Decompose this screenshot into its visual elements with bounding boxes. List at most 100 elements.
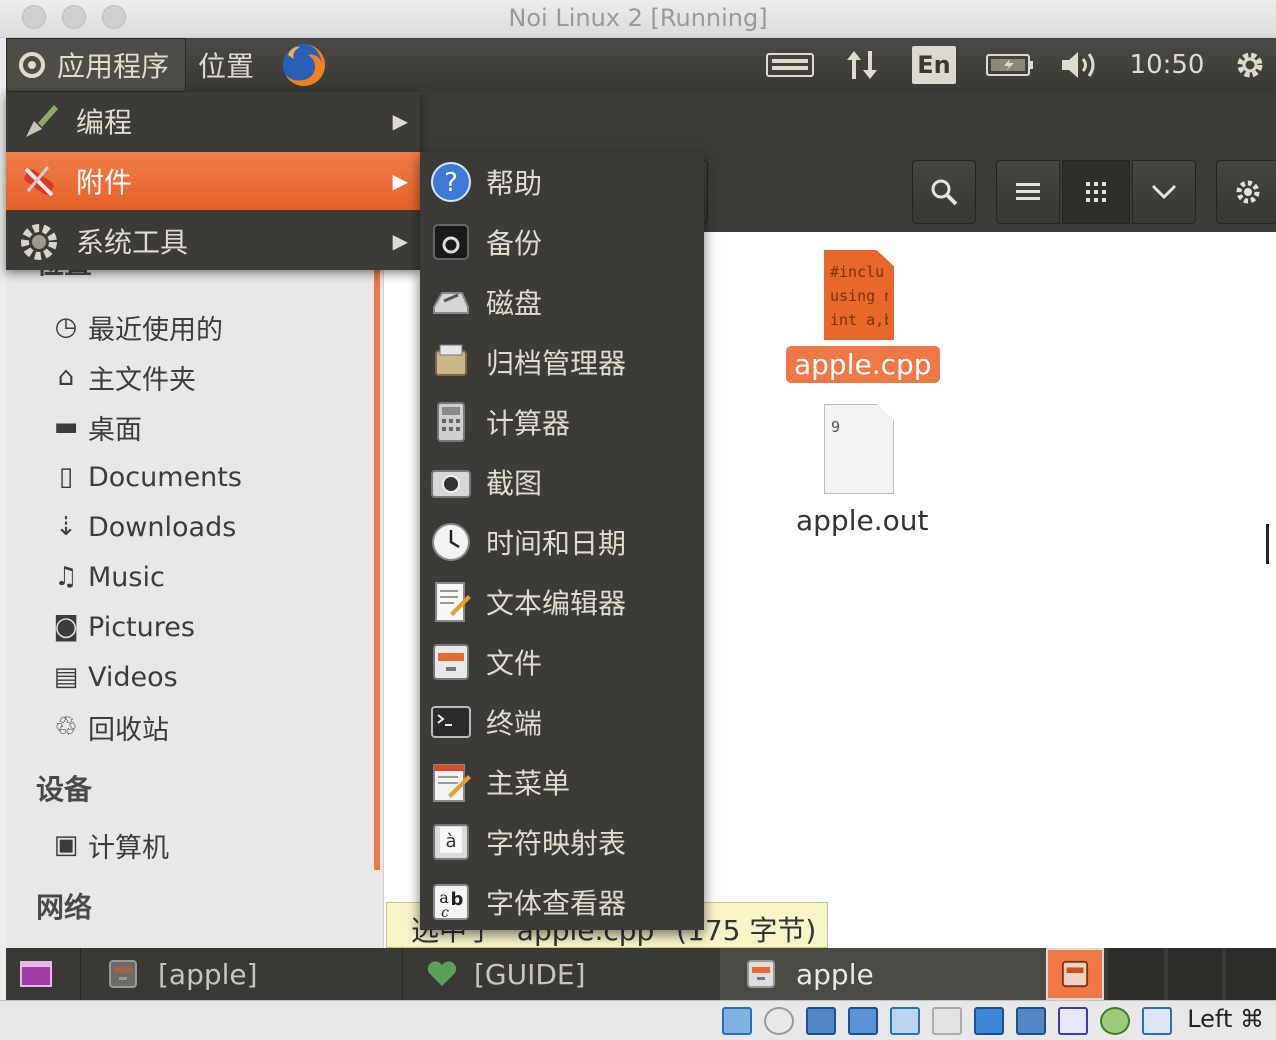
sidebar-item-documents[interactable]: ▯ Documents	[50, 455, 242, 499]
places-menu-button[interactable]: 位置	[198, 38, 254, 92]
sidebar-item-recent[interactable]: ◷ 最近使用的	[50, 305, 223, 349]
menu-item-label: 文件	[486, 647, 543, 680]
show-desktop-button[interactable]	[20, 948, 60, 1000]
workspace-switcher-4[interactable]	[1226, 948, 1276, 1000]
shared-folder-icon[interactable]	[932, 1007, 962, 1035]
network-adapter-icon[interactable]	[848, 1007, 878, 1035]
menu-item-label: 字符映射表	[486, 827, 627, 860]
sidebar-item-pictures[interactable]: ◙ Pictures	[50, 605, 195, 649]
accessories-icon	[24, 166, 54, 197]
grid-view-button[interactable]	[1062, 160, 1130, 224]
menu-item-terminal[interactable]: 终端	[420, 692, 704, 752]
taskbar-item-label: [GUIDE]	[474, 957, 586, 991]
menu-item-label: 字体查看器	[486, 887, 627, 920]
menu-item-label: 主菜单	[486, 767, 571, 800]
clock[interactable]: 10:50	[1122, 46, 1212, 84]
sidebar-item-downloads[interactable]: ⇣ Downloads	[50, 505, 236, 549]
volume-icon[interactable]	[1058, 46, 1104, 84]
sidebar-item-music[interactable]: ♫ Music	[50, 555, 164, 599]
menu-item-disks[interactable]: 磁盘	[420, 272, 704, 332]
sidebar-item-label: 最近使用的	[88, 314, 223, 346]
menu-item-files[interactable]: 文件	[420, 632, 704, 692]
clock-icon	[432, 523, 470, 561]
help-icon: ?	[431, 162, 471, 202]
sidebar-item-computer[interactable]: ▣ 计算机	[50, 823, 169, 867]
window-titlebar[interactable]: Noi Linux 2 [Running]	[0, 0, 1276, 38]
display-icon[interactable]	[974, 1007, 1004, 1035]
menu-item-help[interactable]: ? 帮助	[420, 152, 704, 212]
disks-icon	[433, 292, 469, 314]
settings-button[interactable]	[1216, 160, 1276, 224]
chevron-down-icon	[1151, 184, 1177, 200]
view-options-button[interactable]	[1132, 160, 1196, 224]
sidebar-item-videos[interactable]: ▤ Videos	[50, 655, 178, 699]
file-manager-icon	[109, 960, 137, 988]
menu-item-text-editor[interactable]: 文本编辑器	[420, 572, 704, 632]
hard-disk-icon[interactable]	[722, 1007, 752, 1035]
file-name-label: apple.out	[796, 504, 929, 537]
menu-item-calculator[interactable]: 计算器	[420, 392, 704, 452]
svg-text:à: à	[445, 831, 456, 852]
files-icon	[433, 644, 469, 680]
mouse-integration-icon[interactable]	[1100, 1007, 1130, 1035]
menu-item-label: 编程	[76, 106, 133, 139]
svg-text:?: ?	[444, 168, 458, 198]
virtualbox-status-bar: Left ⌘	[0, 1000, 1276, 1040]
menu-item-backup[interactable]: 备份	[420, 212, 704, 272]
applications-menu-label: 应用程序	[57, 50, 170, 83]
taskbar-item-guide[interactable]: [GUIDE]	[426, 948, 586, 1000]
firefox-launcher[interactable]	[280, 38, 328, 92]
host-key-label[interactable]: Left ⌘	[1187, 1005, 1264, 1033]
taskbar-separator	[402, 948, 403, 1000]
cpu-icon[interactable]	[1058, 1007, 1088, 1035]
menu-item-character-map[interactable]: à 字符映射表	[420, 812, 704, 872]
sidebar-network-header: 网络	[36, 891, 93, 924]
sidebar-item-desktop[interactable]: ▬ 桌面	[50, 405, 142, 449]
battery-icon[interactable]	[984, 46, 1036, 84]
usb-icon[interactable]	[890, 1007, 920, 1035]
taskbar-item-apple-minimized[interactable]: [apple]	[108, 948, 258, 1000]
keyboard-indicator-icon[interactable]	[764, 46, 816, 84]
text-editor-icon	[435, 582, 471, 622]
menu-item-programming[interactable]: 编程 ▶	[6, 92, 420, 150]
terminal-icon	[431, 706, 471, 738]
workspace-switcher-2[interactable]	[1108, 948, 1164, 1000]
firefox-icon	[283, 44, 325, 86]
search-button[interactable]	[912, 160, 976, 224]
workspace-switcher-3[interactable]	[1168, 948, 1222, 1000]
menu-item-system-tools[interactable]: 系统工具 ▶	[6, 212, 420, 270]
sidebar-item-label: 桌面	[88, 414, 142, 446]
video-capture-icon[interactable]	[1016, 1007, 1046, 1035]
font-viewer-icon: a bc	[433, 884, 469, 921]
sidebar-item-label: 回收站	[88, 714, 169, 746]
sidebar-item-label: Videos	[88, 661, 178, 693]
menu-item-font-viewer[interactable]: abc 字体查看器	[420, 872, 704, 932]
menu-item-accessories[interactable]: 附件 ▶	[6, 152, 420, 210]
cpp-file-icon: #inclu using n int a,b;	[824, 250, 894, 340]
menu-item-main-menu[interactable]: 主菜单	[420, 752, 704, 812]
menu-item-screenshot[interactable]: 截图	[420, 452, 704, 512]
taskbar-item-apple-active[interactable]: apple	[720, 948, 1050, 1000]
camera-icon: ◙	[53, 612, 79, 642]
menu-item-label: 帮助	[486, 167, 543, 200]
keyboard-capture-icon[interactable]	[1142, 1007, 1172, 1035]
input-method-indicator[interactable]: En	[912, 46, 956, 84]
applications-menu-button[interactable]: 应用程序	[6, 38, 186, 92]
accessories-submenu: ? 帮助 备份 磁盘 归档管理器 计算器 截图 时间和日期 文本编辑器 文件 终…	[420, 152, 704, 930]
menu-item-archive-manager[interactable]: 归档管理器	[420, 332, 704, 392]
svg-text:c: c	[441, 905, 449, 921]
session-gear-icon[interactable]	[1230, 46, 1270, 84]
list-view-button[interactable]	[996, 160, 1060, 224]
calculator-icon	[437, 402, 465, 442]
optical-drive-icon[interactable]	[764, 1007, 794, 1035]
menu-item-time-and-date[interactable]: 时间和日期	[420, 512, 704, 572]
sidebar-item-label: 计算机	[88, 832, 169, 864]
sidebar-item-trash[interactable]: ♲ 回收站	[50, 705, 169, 749]
sidebar-item-home[interactable]: ⌂ 主文件夹	[50, 355, 196, 399]
file-preview-line: #inclu	[830, 263, 885, 281]
file-preview-line: 9	[831, 418, 841, 436]
sidebar-scrollbar[interactable]	[374, 268, 380, 870]
network-updown-icon[interactable]	[842, 46, 882, 84]
audio-icon[interactable]	[806, 1007, 836, 1035]
workspace-switcher-1[interactable]	[1046, 948, 1104, 1000]
